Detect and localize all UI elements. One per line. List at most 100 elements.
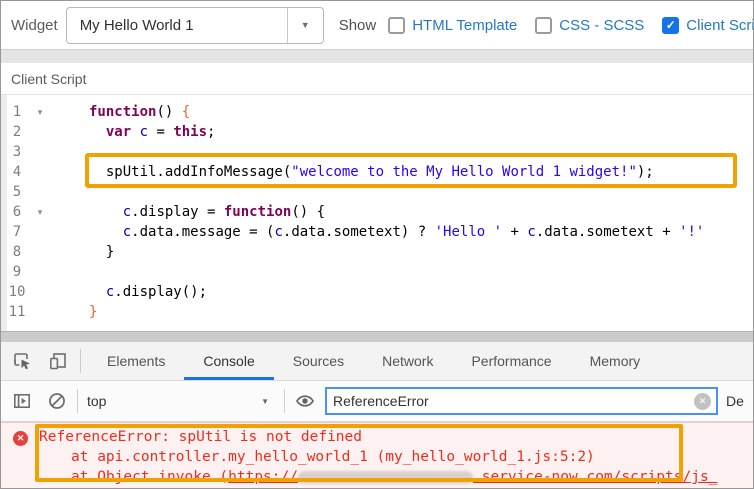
- code-text: spUtil.addInfoMessage("welcome to the My…: [89, 164, 654, 180]
- code-lines: 1 ▾ function() {2 var c = this; 3 4 spUtil.a…: [1, 102, 753, 322]
- checkbox-unchecked-icon[interactable]: [535, 16, 553, 34]
- device-toolbar-button[interactable]: [47, 350, 69, 372]
- clear-console-icon: [49, 393, 65, 409]
- code-line-11[interactable]: 11}: [1, 302, 753, 322]
- editor-left-margin: [1, 95, 7, 331]
- toolbar-divider: [1, 50, 753, 63]
- context-select-value: top: [87, 393, 107, 409]
- toolbar-separator: [284, 389, 285, 413]
- fold-gutter: [33, 262, 47, 282]
- widget-toolbar: Widget My Hello World 1 ▼ Show HTML Temp…: [1, 1, 753, 50]
- code-line-8[interactable]: 8 }: [1, 242, 753, 262]
- console-sidebar-toggle-button[interactable]: [11, 390, 33, 412]
- code-line-7[interactable]: 7 c.data.message = (c.data.sometext) ? '…: [1, 222, 753, 242]
- error-stack-line: at api.controller.my_hello_world_1 (my_h…: [39, 447, 726, 467]
- checkbox-client-script[interactable]: ✓ Client Script: [662, 16, 753, 34]
- checkbox-label[interactable]: CSS - SCSS: [559, 17, 644, 34]
- chevron-down-icon: ▼: [261, 396, 269, 406]
- client-script-panel-header: Client Script: [1, 63, 753, 95]
- tab-console[interactable]: Console: [184, 342, 273, 380]
- device-toolbar-icon: [49, 353, 66, 370]
- stack-source-link[interactable]: .service-now.com/scripts/js_: [473, 469, 717, 485]
- code-text: c.display();: [105, 284, 208, 300]
- toolbar-separator: [77, 389, 78, 413]
- fold-arrow-icon[interactable]: ▾: [33, 102, 47, 122]
- fold-arrow-icon[interactable]: ▾: [33, 202, 47, 222]
- fold-gutter: [33, 122, 47, 142]
- widget-select-value: My Hello World 1: [79, 16, 194, 34]
- checkbox-css-scss[interactable]: CSS - SCSS: [535, 16, 644, 34]
- error-stack-line: at Object.invoke (https:// .service-now.c…: [39, 467, 726, 487]
- error-text: at api.controller.my_hello_world_1 (my_h…: [71, 449, 595, 465]
- console-error-message: ReferenceError: spUtil is not defined at …: [39, 427, 726, 488]
- app-window: Widget My Hello World 1 ▼ Show HTML Temp…: [0, 0, 754, 489]
- checkbox-label[interactable]: Client Script: [686, 17, 753, 34]
- code-text: var c = this;: [105, 124, 216, 140]
- show-checkbox-group: HTML Template CSS - SCSS ✓ Client Script: [388, 16, 753, 34]
- filter-clear-icon[interactable]: ✕: [694, 392, 711, 410]
- default-levels-select-clipped[interactable]: De: [726, 393, 745, 409]
- code-text: c.display = function() {: [122, 204, 326, 220]
- fold-gutter: [33, 242, 47, 262]
- code-line-9[interactable]: 9: [1, 262, 753, 282]
- fold-gutter: [33, 162, 47, 182]
- devtools-tabs: Elements Console Sources Network Performance…: [88, 342, 659, 380]
- code-line-5[interactable]: 5: [1, 182, 753, 202]
- code-editor[interactable]: 1 ▾ function() {2 var c = this; 3 4 spUtil.a…: [1, 95, 753, 331]
- fold-gutter: [33, 222, 47, 242]
- code-line-3[interactable]: 3: [1, 142, 753, 162]
- widget-select[interactable]: My Hello World 1 ▼: [65, 6, 324, 44]
- devtools-tabbar: Elements Console Sources Network Performance…: [1, 342, 753, 381]
- code-text: c.data.message = (c.data.sometext) ? 'He…: [122, 224, 705, 240]
- error-stack-line: at $controllerInit (https://.service-now…: [39, 487, 726, 488]
- tab-elements[interactable]: Elements: [88, 342, 184, 380]
- fold-gutter: [33, 142, 47, 162]
- checkbox-checked-icon[interactable]: ✓: [662, 16, 680, 34]
- console-sidebar-icon: [13, 393, 30, 408]
- javascript-context-select[interactable]: top ▼: [87, 393, 275, 409]
- console-filter-box: ✕: [325, 387, 718, 415]
- show-label: Show: [338, 16, 377, 34]
- eye-icon: [296, 395, 314, 407]
- inspect-element-button[interactable]: [11, 350, 33, 372]
- code-line-2[interactable]: 2 var c = this;: [1, 122, 753, 142]
- console-toolbar: top ▼ ✕ De: [1, 381, 753, 422]
- code-line-1[interactable]: 1 ▾ function() {: [1, 102, 753, 122]
- tab-memory[interactable]: Memory: [571, 342, 660, 380]
- redacted-instance-name: [297, 470, 473, 484]
- fold-gutter: [33, 182, 47, 202]
- fold-gutter: [33, 282, 47, 302]
- tab-sources[interactable]: Sources: [274, 342, 363, 380]
- code-line-6[interactable]: 6 ▾ c.display = function() {: [1, 202, 753, 222]
- widget-label: Widget: [11, 16, 58, 34]
- tab-network[interactable]: Network: [363, 342, 452, 380]
- code-text: }: [89, 244, 115, 260]
- code-line-4[interactable]: 4 spUtil.addInfoMessage("welcome to the …: [1, 162, 753, 182]
- checkbox-unchecked-icon[interactable]: [388, 16, 406, 34]
- code-text: function() {: [89, 104, 191, 120]
- devtools-tool-icons: [1, 342, 73, 380]
- live-expression-button[interactable]: [294, 390, 316, 412]
- clear-console-button[interactable]: [46, 390, 68, 412]
- checkbox-label[interactable]: HTML Template: [412, 17, 517, 34]
- console-output: ✕ ReferenceError: spUtil is not defined a…: [1, 422, 753, 488]
- error-stack-line: ReferenceError: spUtil is not defined: [39, 427, 726, 447]
- code-line-10[interactable]: 10 c.display();: [1, 282, 753, 302]
- tab-performance[interactable]: Performance: [452, 342, 570, 380]
- console-filter-input[interactable]: [327, 393, 694, 409]
- chevron-down-icon[interactable]: ▼: [286, 7, 323, 43]
- stack-source-link[interactable]: https://: [228, 469, 298, 485]
- tabbar-separator: [80, 349, 81, 373]
- inspect-icon: [14, 353, 30, 370]
- error-icon: ✕: [13, 431, 28, 446]
- error-text: ReferenceError: spUtil is not defined: [39, 429, 363, 445]
- error-text: at Object.invoke (: [71, 469, 229, 485]
- panel-title: Client Script: [11, 70, 87, 87]
- fold-gutter: [33, 302, 47, 322]
- checkbox-html-template[interactable]: HTML Template: [388, 16, 517, 34]
- page-devtools-divider: [1, 331, 753, 342]
- code-text: }: [89, 304, 98, 320]
